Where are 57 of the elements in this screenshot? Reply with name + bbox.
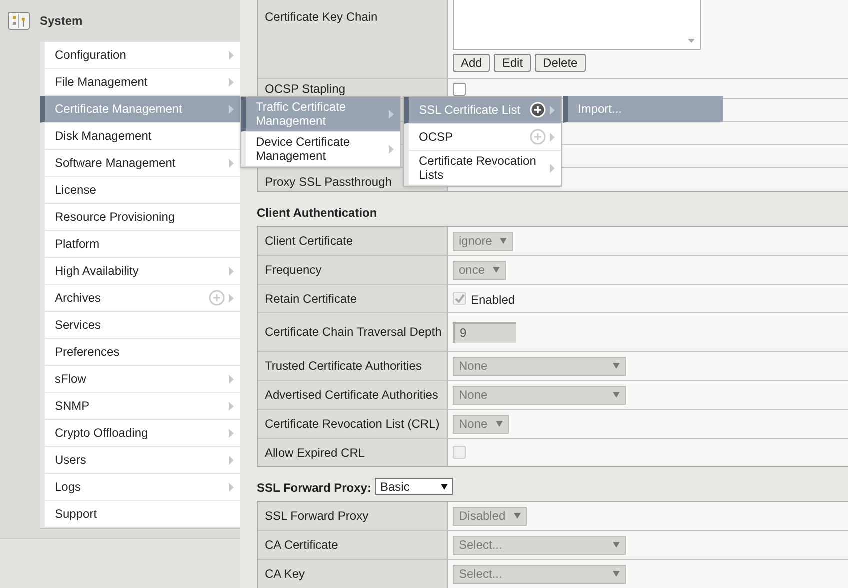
section-heading: SSL Forward Proxy: [257, 480, 372, 497]
action-button[interactable]: Add [453, 54, 490, 72]
menu-item[interactable]: Preferences [40, 339, 240, 366]
field-label: Client Certificate [265, 234, 354, 248]
dropdown-arrow-icon [613, 363, 620, 369]
menu-item[interactable]: Support [40, 501, 240, 528]
field-label: CA Certificate [265, 538, 338, 552]
menu-item[interactable]: Certificate Revocation Lists [404, 151, 561, 186]
dropdown-arrow-icon [441, 484, 448, 490]
field-label: Frequency [265, 263, 322, 277]
menu-item[interactable]: OCSP [404, 124, 561, 151]
field-label: Certificate Chain Traversal Depth [265, 325, 442, 339]
section-heading: Client Authentication [257, 205, 378, 222]
menu-item[interactable]: Resource Provisioning [40, 204, 240, 231]
dropdown-arrow-icon [514, 513, 521, 519]
menu-item[interactable]: Software Management [40, 150, 240, 177]
menu-item[interactable]: SNMP [40, 393, 240, 420]
dropdown-arrow-icon [500, 238, 508, 244]
field-label: Certificate Revocation List (CRL) [265, 417, 440, 431]
menu-item[interactable]: sFlow [40, 366, 240, 393]
menu-item[interactable]: Platform [40, 231, 240, 258]
menu-item[interactable]: Device Certificate Management [241, 132, 400, 167]
action-button[interactable]: Delete [535, 54, 586, 72]
field-label: SSL Forward Proxy [265, 509, 369, 523]
menu-item[interactable]: Disk Management [40, 123, 240, 150]
dropdown[interactable]: Basic [375, 478, 454, 495]
menu-item[interactable]: File Management [40, 69, 240, 96]
checkbox-label: Enabled [471, 292, 516, 309]
dropdown-arrow-icon [613, 542, 620, 548]
field-label: Allow Expired CRL [265, 446, 366, 460]
dropdown-arrow-icon [493, 267, 500, 273]
checkmark-icon [454, 294, 464, 303]
field-label: Advertised Certificate Authorities [265, 388, 438, 402]
scroll-arrow-icon [688, 39, 695, 43]
menu-item[interactable]: Services [40, 312, 240, 339]
menu-item[interactable]: License [40, 177, 240, 204]
dropdown-arrow-icon [613, 571, 620, 577]
menu-item[interactable]: Users [40, 447, 240, 474]
menu-item[interactable]: High Availability [40, 258, 240, 285]
field-label: CA Key [265, 567, 306, 581]
section-title: System [40, 13, 83, 30]
dropdown-arrow-icon [496, 421, 503, 427]
field-label: OCSP Stapling [265, 82, 346, 96]
menu-item[interactable]: Archives [40, 285, 240, 312]
system-sliders-icon [8, 12, 30, 30]
list-box[interactable] [453, 0, 701, 50]
menu-item[interactable]: Crypto Offloading [40, 420, 240, 447]
field-label: Retain Certificate [265, 292, 358, 306]
menu-item[interactable]: Logs [40, 474, 240, 501]
checkbox[interactable] [453, 83, 466, 96]
field-label: Certificate Key Chain [265, 10, 378, 24]
menu-item[interactable]: Configuration [40, 42, 240, 69]
input-field[interactable]: 9 [453, 322, 516, 342]
field-label: Trusted Certificate Authorities [265, 359, 422, 373]
action-button[interactable]: Edit [494, 54, 532, 72]
field-label: Proxy SSL Passthrough [265, 175, 392, 189]
dropdown-arrow-icon [613, 392, 620, 398]
